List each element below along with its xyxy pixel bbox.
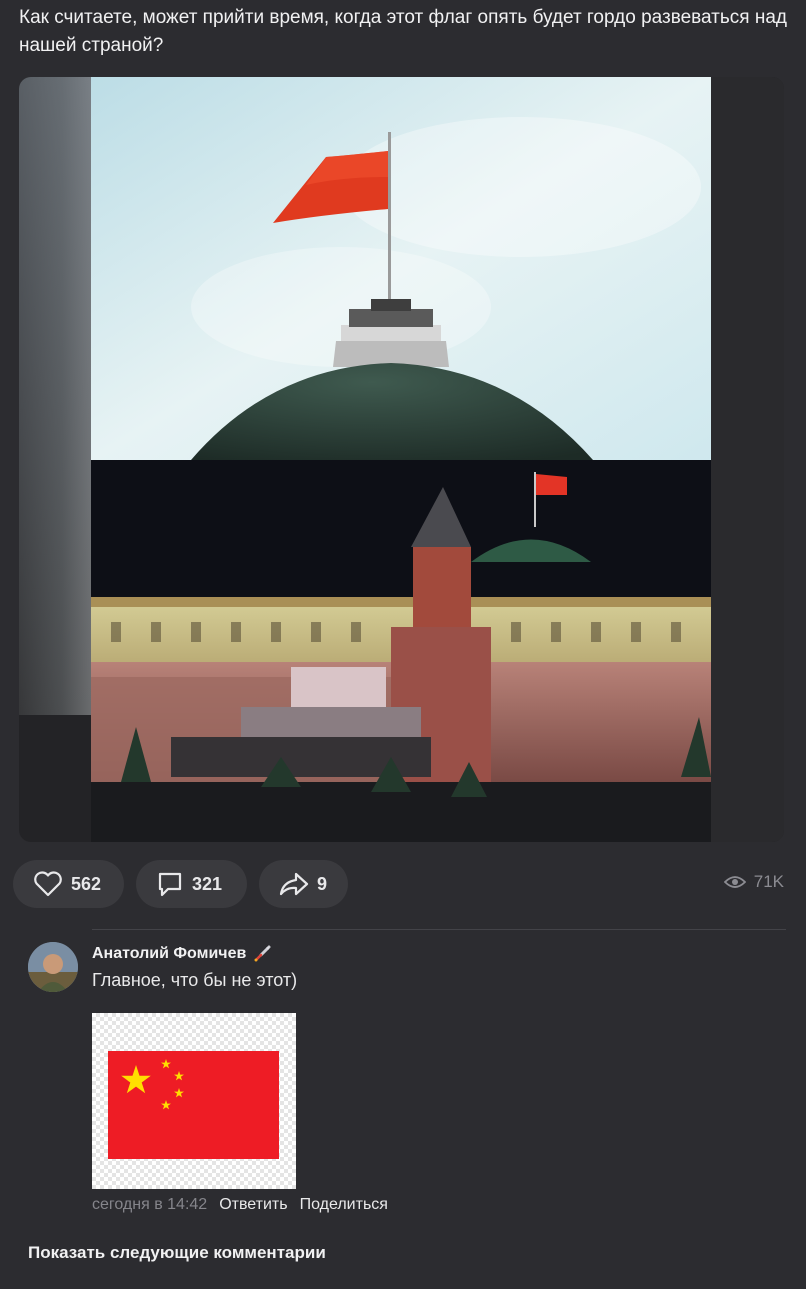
comment-button[interactable]: 321 (136, 860, 247, 908)
comment-text: Главное, что бы не этот) (92, 970, 298, 990)
show-more-comments-button[interactable]: Показать следующие комментарии (28, 1243, 326, 1263)
views-count: 71K (753, 872, 784, 891)
comment-count: 321 (192, 873, 223, 894)
author-name: Анатолий Фомичев (92, 945, 247, 962)
reply-button[interactable]: Ответить (219, 1196, 287, 1214)
china-flag-image (108, 1051, 279, 1159)
post-photo[interactable] (91, 77, 711, 842)
share-arrow-icon (279, 872, 309, 896)
share-count: 9 (317, 873, 328, 894)
eye-icon (723, 876, 746, 888)
post-media[interactable] (19, 77, 784, 842)
share-comment-button[interactable]: Поделиться (300, 1196, 388, 1214)
comments-divider (92, 929, 786, 930)
media-blur-left (19, 77, 91, 715)
share-button[interactable]: 9 (259, 860, 348, 908)
like-count: 562 (71, 873, 102, 894)
heart-icon (34, 871, 62, 897)
comment-meta: сегодня в 14:42 Ответить Поделиться (92, 1196, 388, 1214)
comment-author[interactable]: Анатолий Фомичев (92, 944, 272, 964)
media-blur-right (711, 77, 784, 842)
comment-image-attachment[interactable] (92, 1013, 296, 1189)
post-text: Как считаете, может прийти время, когда … (19, 7, 787, 56)
comment-icon (158, 872, 182, 897)
views-counter: 71K (723, 872, 784, 892)
rocket-icon (254, 945, 271, 962)
avatar[interactable] (28, 942, 78, 992)
like-button[interactable]: 562 (13, 860, 124, 908)
comment-time: сегодня в 14:42 (92, 1196, 208, 1213)
avatar-image (28, 942, 78, 992)
